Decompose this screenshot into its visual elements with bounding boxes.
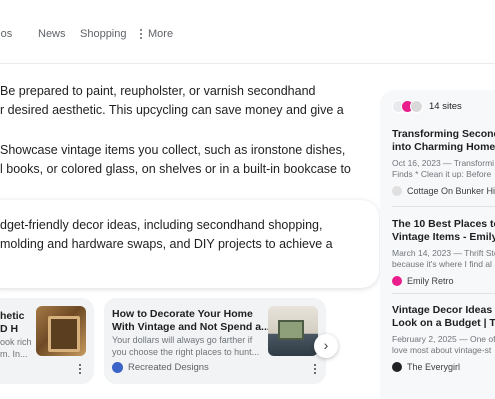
- result-source-name: The Everygirl: [407, 362, 461, 372]
- divider: [392, 206, 495, 207]
- card-title-line: How to Decorate Your Home: [112, 308, 253, 320]
- summary-line: dget-friendly decor ideas, including sec…: [0, 218, 323, 232]
- result-snippet-line: because it's where I find al: [392, 259, 492, 269]
- tab-more[interactable]: More: [140, 28, 173, 40]
- answer-line: l books, or colored glass, on shelves or…: [0, 162, 351, 176]
- card-snippet-line: you choose the right places to hunt...: [112, 347, 260, 357]
- result-source: The Everygirl: [392, 362, 495, 372]
- sources-header[interactable]: 14 sites: [392, 100, 462, 113]
- more-options-icon[interactable]: [314, 364, 316, 374]
- source-card[interactable]: How to Decorate Your Home With Vintage a…: [104, 298, 326, 384]
- source-result[interactable]: The 10 Best Places to F Vintage Items - …: [392, 218, 495, 286]
- result-title: Vintage Decor Ideas to Look on a Budget …: [392, 304, 495, 330]
- card-snippet-line: m. In...: [0, 349, 28, 359]
- card-title: How to Decorate Your Home With Vintage a…: [112, 308, 270, 334]
- site-favicon-icon: [410, 100, 423, 113]
- result-snippet-line: Oct 16, 2023 — Transformi: [392, 158, 495, 168]
- chevron-right-icon: ›: [323, 337, 329, 353]
- sources-panel: 14 sites Transforming Secondh into Charm…: [380, 90, 495, 399]
- answer-line: r desired aesthetic. This upcycling can …: [0, 103, 344, 117]
- result-snippet-line: March 14, 2023 — Thrift Sto: [392, 248, 495, 258]
- result-source-name: Cottage On Bunker Hill: [407, 186, 495, 196]
- site-favicon-icon: [392, 362, 402, 372]
- result-snippet-line: Finds * Clean it up: Before: [392, 169, 492, 179]
- card-snippet-line: Your dollars will always go farther if: [112, 335, 253, 345]
- card-snippet: ook rich m. In...: [0, 336, 32, 360]
- tab-shopping[interactable]: Shopping: [80, 28, 127, 40]
- search-tabs-bar: ideos News Shopping More: [0, 0, 495, 64]
- answer-line: Be prepared to paint, reupholster, or va…: [0, 84, 316, 98]
- card-title-line: D H: [0, 323, 19, 335]
- carousel-next-button[interactable]: ›: [314, 334, 338, 358]
- result-source-name: Emily Retro: [407, 276, 454, 286]
- result-title: The 10 Best Places to F Vintage Items - …: [392, 218, 495, 244]
- card-source-name: Recreated Designs: [128, 362, 209, 373]
- answer-paragraph-upcycle: Be prepared to paint, reupholster, or va…: [0, 82, 344, 120]
- card-title-line: With Vintage and Not Spend a...: [112, 321, 270, 333]
- tab-more-label: More: [148, 28, 174, 40]
- source-result[interactable]: Transforming Secondh into Charming Home …: [392, 128, 495, 196]
- result-title-line: Transforming Secondh: [392, 128, 495, 140]
- tab-videos[interactable]: ideos: [0, 28, 12, 40]
- site-favicon-icon: [112, 362, 123, 373]
- site-favicon-icon: [392, 276, 402, 286]
- result-title-line: Vintage Items - Emily R: [392, 231, 495, 243]
- summary-line: molding and hardware swaps, and DIY proj…: [0, 237, 333, 251]
- answer-paragraph-showcase: Showcase vintage items you collect, such…: [0, 141, 351, 179]
- result-title-line: into Charming Home D: [392, 141, 495, 153]
- more-vert-icon: [140, 29, 142, 39]
- result-title-line: Look on a Budget | The: [392, 317, 495, 329]
- card-thumbnail-image: [36, 306, 86, 356]
- card-title: hetic D H: [0, 310, 25, 336]
- result-source: Emily Retro: [392, 276, 495, 286]
- card-source: Recreated Designs: [112, 362, 209, 373]
- result-source: Cottage On Bunker Hill: [392, 186, 495, 196]
- result-snippet: Oct 16, 2023 — Transformi Finds * Clean …: [392, 158, 495, 180]
- answer-line: Showcase vintage items you collect, such…: [0, 143, 346, 157]
- result-snippet-line: February 2, 2025 — One of: [392, 334, 495, 344]
- card-title-line: hetic: [0, 310, 25, 322]
- result-title-line: Vintage Decor Ideas to: [392, 304, 495, 316]
- highlighted-summary: dget-friendly decor ideas, including sec…: [0, 200, 379, 288]
- result-snippet-line: love most about vintage-st: [392, 345, 492, 355]
- tab-news[interactable]: News: [38, 28, 66, 40]
- site-favicon-icon: [392, 186, 402, 196]
- card-thumbnail-image: [268, 306, 318, 356]
- result-title: Transforming Secondh into Charming Home …: [392, 128, 495, 154]
- card-snippet: Your dollars will always go farther if y…: [112, 334, 259, 358]
- result-snippet: March 14, 2023 — Thrift Sto because it's…: [392, 248, 495, 270]
- divider: [392, 293, 495, 294]
- favicon-stack: [392, 100, 423, 113]
- sites-count: 14 sites: [429, 101, 462, 112]
- source-result[interactable]: Vintage Decor Ideas to Look on a Budget …: [392, 304, 495, 372]
- result-snippet: February 2, 2025 — One of love most abou…: [392, 334, 495, 356]
- result-title-line: The 10 Best Places to F: [392, 218, 495, 230]
- card-snippet-line: ook rich: [0, 337, 32, 347]
- more-options-icon[interactable]: [79, 364, 81, 374]
- source-card[interactable]: hetic D H ook rich m. In...: [0, 298, 94, 384]
